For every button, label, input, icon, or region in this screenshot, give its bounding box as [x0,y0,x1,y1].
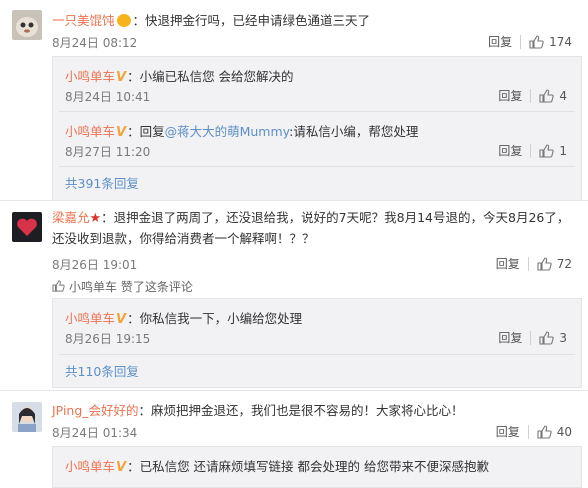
reply-item: 小鸣单车V：回复@蒋大大的萌Mummy:请私信小编，帮您处理 8月27日 11:… [53,112,581,166]
verified-v-icon: V [116,70,127,85]
comment-time: 8月24日 01:34 [52,426,138,440]
username-link[interactable]: 小鸣单车 [65,311,115,326]
action-divider [520,34,522,49]
action-divider [527,256,529,271]
more-replies-link[interactable]: 共391条回复 [65,173,139,192]
reply-button[interactable]: 回复 [498,329,522,346]
comment-time: 8月26日 19:01 [52,258,138,272]
like-count: 1 [559,143,567,158]
thumbs-up-icon [539,143,555,158]
thumbs-up-icon [537,256,552,271]
reply-button[interactable]: 回复 [496,255,520,272]
like-count: 4 [559,88,567,103]
reply-item: 小鸣单车V：小编已私信您 会给您解决的 8月24日 10:41 回复 4 [53,57,581,111]
username-link[interactable]: 一只美馄饨 [52,13,115,28]
username-link[interactable]: 小鸣单车 [65,69,115,84]
verified-v-icon: V [116,312,127,327]
action-divider [530,143,532,158]
username-link[interactable]: 梁嘉允 [52,210,90,225]
reply-separator [59,354,575,355]
reply-thread: 小鸣单车V：你私信我一下，小编给您处理 8月26日 19:15 回复 3 共11… [52,298,582,388]
star-badge-icon: ★ [89,211,102,226]
like-button[interactable]: 40 [537,425,572,439]
reply-button[interactable]: 回复 [498,142,522,159]
like-count: 40 [556,424,572,439]
reply-text: 小鸣单车V：你私信我一下，小编给您处理 [65,311,303,327]
liked-by-line: 小鸣单车 赞了这条评论 [52,278,193,295]
thumbs-up-icon [537,424,552,439]
comment-text: 梁嘉允★：退押金退了两周了，还没退给我，说好的7天呢？我8月14号退的，今天8月… [52,210,570,246]
reply-text: 小鸣单车V：小编已私信您 会给您解决的 [65,69,294,85]
thumbs-up-icon [529,34,544,49]
like-count: 174 [549,34,572,49]
comment-divider [0,200,588,201]
username-link[interactable]: 小鸣单车 [65,459,115,474]
like-button[interactable]: 3 [539,331,567,345]
comment-actions: 回复 40 [496,423,572,440]
like-count: 72 [556,256,572,271]
reply-thread: 小鸣单车V：已私信您 还请麻烦填写链接 都会处理的 给您带来不便深感抱歉 [52,446,582,488]
reply-actions: 回复 4 [498,87,567,104]
reply-text: 小鸣单车V：已私信您 还请麻烦填写链接 都会处理的 给您带来不便深感抱歉 [65,459,489,475]
reply-button[interactable]: 回复 [496,423,520,440]
avatar[interactable] [12,212,42,242]
like-button[interactable]: 174 [529,35,572,49]
action-divider [530,88,532,103]
username-link[interactable]: 小鸣单车 [65,124,115,139]
comment-text: 一只美馄饨 ：快退押金行吗，已经申请绿色通道三天了 [52,13,371,28]
reply-text: 小鸣单车V：回复@蒋大大的萌Mummy:请私信小编，帮您处理 [65,124,419,140]
reply-item: 小鸣单车V：你私信我一下，小编给您处理 8月26日 19:15 回复 3 [53,299,581,353]
comment-actions: 回复 174 [488,33,572,50]
action-divider [527,424,529,439]
like-button[interactable]: 1 [539,144,567,158]
like-button[interactable]: 72 [537,257,572,271]
reply-actions: 回复 3 [498,329,567,346]
reply-item: 小鸣单车V：已私信您 还请麻烦填写链接 都会处理的 给您带来不便深感抱歉 [53,447,581,487]
liked-by-user[interactable]: 小鸣单车 [69,280,117,294]
reply-thread: 小鸣单车V：小编已私信您 会给您解决的 8月24日 10:41 回复 4 小鸣单… [52,56,582,201]
more-replies-link[interactable]: 共110条回复 [65,361,139,380]
reply-actions: 回复 1 [498,142,567,159]
reply-time: 8月27日 11:20 [65,145,151,159]
avatar[interactable] [12,402,42,432]
mention-link[interactable]: @蒋大大的萌Mummy [165,124,290,139]
username-link[interactable]: JPing_会好好的 [52,403,139,418]
emoji-badge-icon [116,14,131,27]
verified-v-icon: V [116,460,127,475]
reply-button[interactable]: 回复 [498,87,522,104]
comment-divider [0,390,588,391]
reply-time: 8月24日 10:41 [65,90,151,104]
reply-button[interactable]: 回复 [488,33,512,50]
comment-text: JPing_会好好的：麻烦把押金退还，我们也是很不容易的！大家将心比心！ [52,403,464,418]
like-count: 3 [559,330,567,345]
comment-actions: 回复 72 [496,255,572,272]
like-button[interactable]: 4 [539,89,567,103]
avatar[interactable] [12,10,42,40]
thumbs-up-icon [539,88,555,103]
action-divider [530,330,532,345]
comment-time: 8月24日 08:12 [52,36,138,50]
reply-separator [59,166,575,167]
thumbs-up-icon [52,280,65,292]
reply-time: 8月26日 19:15 [65,332,151,346]
verified-v-icon: V [116,125,127,140]
thumbs-up-icon [539,330,555,345]
